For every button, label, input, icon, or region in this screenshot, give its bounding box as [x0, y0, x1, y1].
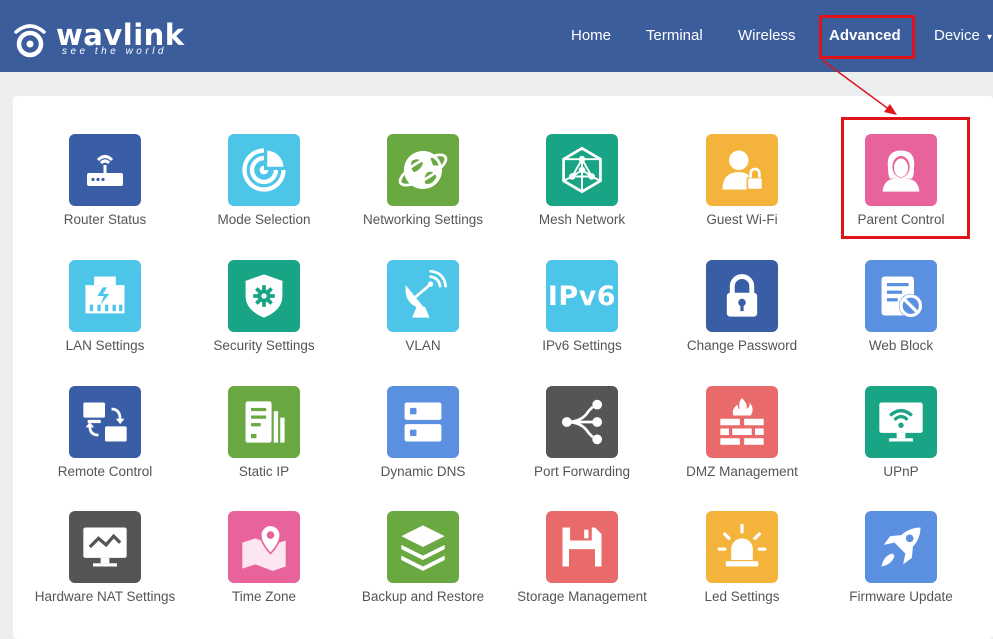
remote-computers-icon — [69, 386, 141, 458]
tile-label: Firmware Update — [849, 589, 953, 604]
tile-mesh-network[interactable]: Mesh Network — [501, 134, 661, 254]
lan-port-icon — [69, 260, 141, 332]
shield-gear-icon — [228, 260, 300, 332]
tile-router-status[interactable]: Router Status — [24, 134, 184, 254]
tile-networking-settings[interactable]: Networking Settings — [342, 134, 502, 254]
brand-tagline: see the world — [62, 46, 167, 57]
tile-change-password[interactable]: Change Password — [661, 260, 821, 380]
nav-device[interactable]: Device ▾ — [934, 0, 992, 72]
tile-hardware-nat-settings[interactable]: Hardware NAT Settings — [24, 511, 184, 631]
mode-target-icon — [228, 134, 300, 206]
tile-guest-wi-fi[interactable]: Guest Wi-Fi — [661, 134, 821, 254]
monitor-wifi-icon — [865, 386, 937, 458]
server-icon — [387, 386, 459, 458]
chevron-down-icon: ▾ — [987, 32, 993, 43]
alarm-light-icon — [706, 511, 778, 583]
padlock-icon — [706, 260, 778, 332]
nav-home[interactable]: Home — [571, 0, 611, 72]
wavlink-logo-icon — [14, 24, 46, 58]
globe-icon — [387, 134, 459, 206]
tile-remote-control[interactable]: Remote Control — [24, 386, 184, 506]
tile-label: Web Block — [868, 338, 934, 353]
tile-backup-and-restore[interactable]: Backup and Restore — [342, 511, 502, 631]
tile-security-settings[interactable]: Security Settings — [183, 260, 343, 380]
firewall-icon — [706, 386, 778, 458]
mesh-icon — [546, 134, 618, 206]
tile-dynamic-dns[interactable]: Dynamic DNS — [342, 386, 502, 506]
tile-firmware-update[interactable]: Firmware Update — [820, 511, 980, 631]
highlight-box-advanced — [819, 15, 915, 59]
router-icon — [69, 134, 141, 206]
satellite-dish-icon — [387, 260, 459, 332]
tile-ipv6-settings[interactable]: IPv6 IPv6 Settings — [501, 260, 661, 380]
tile-led-settings[interactable]: Led Settings — [661, 511, 821, 631]
rocket-icon — [865, 511, 937, 583]
nav-terminal[interactable]: Terminal — [646, 0, 703, 72]
guest-lock-icon — [706, 134, 778, 206]
floppy-disk-icon — [546, 511, 618, 583]
layers-icon — [387, 511, 459, 583]
web-block-icon — [865, 260, 937, 332]
tile-storage-management[interactable]: Storage Management — [501, 511, 661, 631]
tile-label: UPnP — [883, 464, 919, 479]
tile-vlan[interactable]: VLAN — [342, 260, 502, 380]
ipv6-icon: IPv6 — [546, 260, 618, 332]
tile-port-forwarding[interactable]: Port Forwarding — [501, 386, 661, 506]
map-pin-icon — [228, 511, 300, 583]
nav-wireless[interactable]: Wireless — [738, 0, 796, 72]
wavlink-logo[interactable]: wavlink see the world — [12, 16, 184, 60]
tile-upnp[interactable]: UPnP — [820, 386, 980, 506]
tile-web-block[interactable]: Web Block — [820, 260, 980, 380]
share-icon — [546, 386, 618, 458]
static-ip-icon — [228, 386, 300, 458]
tile-dmz-management[interactable]: DMZ Management — [661, 386, 821, 506]
nav-device-label: Device — [934, 27, 980, 44]
tile-static-ip[interactable]: Static IP — [183, 386, 343, 506]
tile-time-zone[interactable]: Time Zone — [183, 511, 343, 631]
highlight-box-parent-control — [841, 117, 970, 239]
tile-mode-selection[interactable]: Mode Selection — [183, 134, 343, 254]
tile-lan-settings[interactable]: LAN Settings — [24, 260, 184, 380]
monitor-chart-icon — [69, 511, 141, 583]
